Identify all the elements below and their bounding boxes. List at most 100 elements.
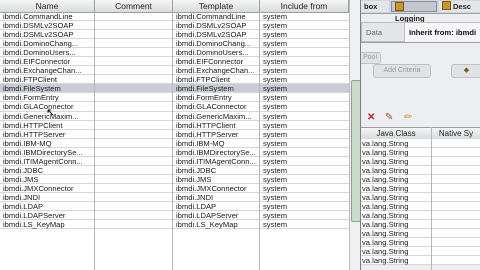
cell-name: ibmdi.HTTPServer: [3, 129, 66, 139]
cell-comment: [95, 39, 173, 48]
cell-comment: [95, 112, 173, 121]
schema-row[interactable]: va.lang.String: [361, 175, 480, 184]
schema-row[interactable]: va.lang.String: [361, 220, 480, 229]
cell-comment: [95, 175, 173, 184]
add-criteria-button[interactable]: Add Criteria: [373, 64, 431, 78]
tab-toolbox[interactable]: box: [361, 1, 389, 12]
schema-row[interactable]: va.lang.String: [361, 229, 480, 238]
connector-table-panel: Name Comment Template Include from ibmdi…: [0, 0, 361, 270]
table-row[interactable]: ibmdi.JNDI ibmdi.JNDI system: [0, 193, 349, 202]
column-divider: [172, 12, 173, 270]
column-header-name[interactable]: Name: [0, 0, 95, 12]
column-header-java-class[interactable]: Java Class: [361, 128, 431, 139]
schema-grid-body: va.lang.String va.lang.String va.lang.Stri…: [361, 139, 480, 265]
table-row[interactable]: ibmdi.JDBC ibmdi.JDBC system: [0, 166, 349, 175]
cell-template: ibmdi.LDAPServer: [176, 211, 239, 221]
cell-name: ibmdi.LDAP: [3, 201, 44, 211]
table-row[interactable]: ibmdi.IBM-MQ ibmdi.IBM-MQ system: [0, 139, 349, 148]
tab-inherit-from[interactable]: Inherit from: ibmdi: [405, 22, 480, 42]
table-row[interactable]: ibmdi.LDAPServer ibmdi.LDAPServer system: [0, 211, 349, 221]
schema-row[interactable]: va.lang.String: [361, 139, 480, 148]
inherit-subtabs: Data Inherit from: ibmdi: [361, 22, 480, 42]
schema-row[interactable]: va.lang.String: [361, 238, 480, 247]
cell-comment: [95, 211, 173, 220]
table-row[interactable]: ibmdi.LDAP ibmdi.LDAP system: [0, 201, 349, 212]
table-row[interactable]: ibmdi.LS_KeyMap ibmdi.LS_KeyMap system: [0, 220, 349, 230]
table-row[interactable]: ibmdi.CommandLine ibmdi.CommandLine system: [0, 12, 349, 22]
column-divider: [431, 127, 432, 270]
schema-toolbar: ✕ ✎ ✏: [361, 112, 480, 124]
schema-row[interactable]: va.lang.String: [361, 256, 480, 265]
scrollbar-thumb[interactable]: [351, 80, 360, 222]
cell-include-from: system: [263, 201, 288, 211]
schema-row[interactable]: va.lang.String: [361, 247, 480, 256]
more-button[interactable]: ◆: [451, 64, 480, 78]
table-row[interactable]: ibmdi.JMS ibmdi.JMS system: [0, 175, 349, 184]
cell-template: ibmdi.DominoChang...: [176, 39, 252, 49]
table-body: ibmdi.CommandLine ibmdi.CommandLine system…: [0, 12, 349, 230]
cell-include-from: system: [263, 66, 288, 76]
table-row[interactable]: ibmdi.EIFConnector ibmdi.EIFConnector syst…: [0, 57, 349, 67]
cell-template: ibmdi.JMXConnector: [176, 183, 247, 193]
cell-include-from: system: [263, 211, 288, 221]
cell-include-from: system: [263, 111, 288, 121]
cell-template: ibmdi.GLAConnector: [176, 102, 247, 112]
cell-name: ibmdi.DominoUsers...: [3, 48, 76, 58]
cell-comment: [95, 57, 173, 66]
schema-row[interactable]: va.lang.String: [361, 184, 480, 193]
cell-name: ibmdi.DSMLv2SOAP: [3, 21, 74, 31]
cell-include-from: system: [263, 220, 288, 230]
table-row[interactable]: ibmdi.FileSystem ibmdi.FileSystem system: [0, 84, 349, 94]
cell-template: ibmdi.FTPClient: [176, 75, 231, 85]
schema-row[interactable]: va.lang.String: [361, 202, 480, 211]
cell-name: ibmdi.FTPClient: [3, 75, 58, 85]
cell-include-from: system: [263, 165, 288, 175]
schema-row[interactable]: va.lang.String: [361, 193, 480, 202]
cell-include-from: system: [263, 156, 288, 166]
pencil-icon[interactable]: ✏: [404, 112, 412, 124]
table-row[interactable]: ibmdi.IBMDirectorySe... ibmdi.IBMDirector…: [0, 148, 349, 157]
column-divider: [259, 12, 260, 270]
table-scrollbar[interactable]: [349, 0, 360, 270]
tab-label: Desc: [453, 2, 471, 11]
cell-comment: [95, 102, 173, 111]
pool-button[interactable]: Pool: [361, 52, 381, 64]
table-row[interactable]: ibmdi.DSMLv2SOAP ibmdi.DSMLv2SOAP system: [0, 21, 349, 31]
table-row[interactable]: ibmdi.FTPClient ibmdi.FTPClient system: [0, 75, 349, 85]
column-header-comment[interactable]: Comment: [95, 0, 173, 12]
cell-comment: [95, 166, 173, 175]
cell-include-from: system: [263, 39, 288, 49]
schema-row[interactable]: va.lang.String: [361, 211, 480, 220]
table-row[interactable]: ibmdi.HTTPServer ibmdi.HTTPServer system: [0, 130, 349, 139]
delete-icon[interactable]: ✕: [367, 112, 375, 124]
table-row[interactable]: ibmdi.DominoUsers... ibmdi.DominoUsers...…: [0, 48, 349, 58]
cell-template: ibmdi.IBMDirectorySe...: [176, 147, 256, 157]
column-header-native-syntax[interactable]: Native Sy: [432, 128, 480, 139]
table-row[interactable]: ibmdi.JMXConnector ibmdi.JMXConnector syst…: [0, 184, 349, 193]
schema-row[interactable]: va.lang.String: [361, 148, 480, 157]
cell-template: ibmdi.DSMLv2SOAP: [176, 30, 247, 40]
tab-description[interactable]: Desc: [439, 1, 480, 12]
divider: [361, 42, 480, 43]
cell-comment: [95, 193, 173, 202]
cell-include-from: system: [263, 75, 288, 85]
details-tab-bar: box Logging Desc: [361, 0, 480, 23]
table-row[interactable]: ibmdi.ExchangeChan... ibmdi.ExchangeChan.…: [0, 66, 349, 76]
table-row[interactable]: ibmdi.FormEntry ibmdi.FormEntry system: [0, 93, 349, 103]
table-row[interactable]: ibmdi.HTTPClient ibmdi.HTTPClient system: [0, 121, 349, 130]
edit-icon[interactable]: ✎: [385, 112, 393, 124]
cell-comment: [95, 84, 173, 93]
cell-template: ibmdi.ITIMAgentConn...: [176, 156, 256, 166]
column-header-include-from[interactable]: Include from: [260, 0, 349, 12]
schema-row[interactable]: va.lang.String: [361, 166, 480, 175]
mouse-cursor-icon: ↖: [46, 107, 56, 119]
tab-logging[interactable]: Logging: [391, 1, 437, 23]
column-header-template[interactable]: Template: [173, 0, 260, 12]
schema-row[interactable]: va.lang.String: [361, 157, 480, 166]
cell-include-from: system: [263, 120, 288, 130]
table-row[interactable]: ibmdi.DSMLv2SOAP ibmdi.DSMLv2SOAP system: [0, 30, 349, 40]
tab-data[interactable]: Data: [361, 22, 405, 42]
table-row[interactable]: ibmdi.ITIMAgentConn... ibmdi.ITIMAgentCon…: [0, 157, 349, 166]
table-row[interactable]: ibmdi.DominoChang... ibmdi.DominoChang...…: [0, 39, 349, 49]
cell-template: ibmdi.IBM-MQ: [176, 138, 225, 148]
